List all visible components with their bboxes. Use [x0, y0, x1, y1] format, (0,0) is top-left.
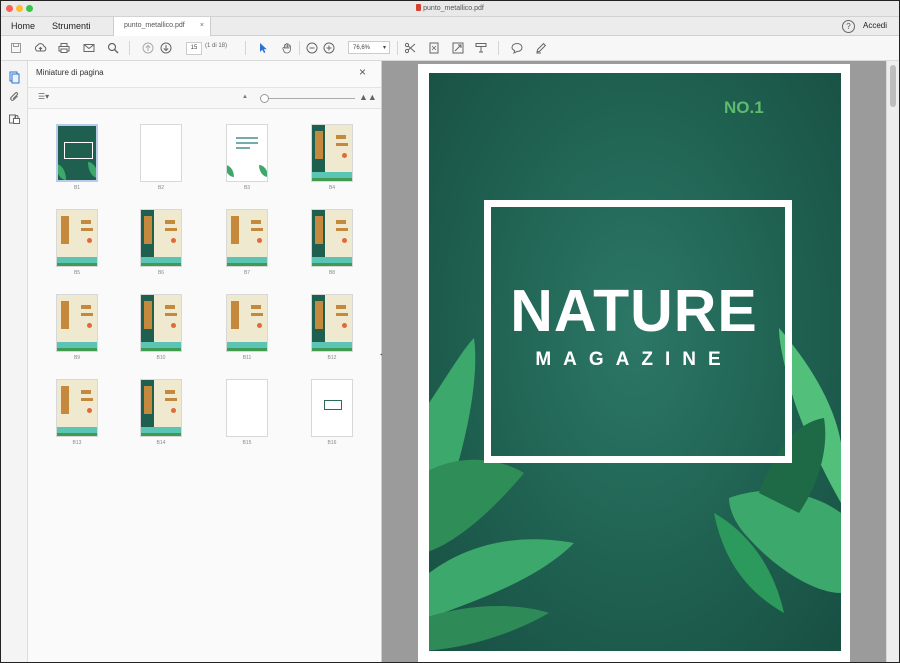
thumbnail-label: B8 — [328, 270, 336, 276]
tab-document-label: punto_metallico.pdf — [124, 22, 185, 29]
page-up-icon[interactable] — [142, 42, 154, 54]
page-thumbnail[interactable] — [140, 294, 182, 352]
toolbar-separator — [129, 41, 130, 55]
zoom-select[interactable]: 76,6% ▾ — [348, 41, 390, 54]
stamp-icon[interactable] — [475, 42, 487, 54]
thumbnail-label: B9 — [73, 355, 81, 361]
issue-number: NO.1 — [724, 98, 764, 117]
thumbnail-label: B16 — [327, 440, 337, 446]
document-view: NO.1 NATURE MAGAZINE — [382, 61, 899, 662]
toolbar-separator — [498, 41, 499, 55]
small-thumbnails-icon[interactable]: ▲ — [242, 94, 248, 100]
window-title-text: punto_metallico.pdf — [423, 5, 484, 12]
thumbnail-label: B3 — [243, 185, 251, 191]
tab-bar: Home Strumenti punto_metallico.pdf × ? A… — [1, 17, 899, 36]
thumbnail-label: B2 — [157, 185, 165, 191]
thumbnail-label: B11 — [242, 355, 252, 361]
thumbnail-controls: ☰▾ ▲ ▲▲ — [28, 87, 381, 109]
hand-icon[interactable] — [281, 42, 293, 54]
page-thumbnail[interactable] — [226, 209, 268, 267]
magazine-cover: NO.1 NATURE MAGAZINE — [429, 73, 841, 651]
page-thumbnail[interactable] — [311, 124, 353, 182]
tab-tools[interactable]: Strumenti — [46, 17, 97, 35]
vertical-scrollbar[interactable] — [886, 61, 899, 662]
thumbnail-label: B4 — [328, 185, 336, 191]
fit-page-icon[interactable] — [428, 42, 440, 54]
pages-icon[interactable] — [8, 71, 21, 84]
page-count-label: (1 di 18) — [205, 43, 228, 49]
pdf-file-icon — [416, 4, 422, 11]
search-icon[interactable] — [107, 42, 119, 54]
thumbnails-panel: Miniature di pagina × ☰▾ ▲ ▲▲ B1 B2 B3 B4 B5… — [28, 61, 382, 662]
thumbnail-label: B14 — [156, 440, 166, 446]
thumbnail-label: B12 — [327, 355, 337, 361]
cloud-upload-icon[interactable] — [34, 42, 47, 54]
login-link[interactable]: Accedi — [863, 17, 887, 35]
tab-close-icon[interactable]: × — [200, 17, 204, 35]
help-icon[interactable]: ? — [842, 20, 855, 33]
fullscreen-icon[interactable] — [452, 42, 464, 54]
thumbnail-label: B7 — [243, 270, 251, 276]
page-thumbnail[interactable] — [140, 209, 182, 267]
mail-icon[interactable] — [83, 42, 95, 54]
panel-title: Miniature di pagina — [36, 68, 104, 77]
page-thumbnail[interactable] — [140, 379, 182, 437]
comment-icon[interactable] — [511, 42, 523, 54]
zoom-value: 76,6% — [353, 45, 371, 51]
page-thumbnail[interactable] — [56, 124, 98, 182]
toolbar-separator — [299, 41, 300, 55]
save-icon[interactable] — [10, 42, 22, 54]
cover-title: NATURE — [510, 278, 758, 344]
thumbnail-label: B13 — [72, 440, 82, 446]
left-tools-rail — [1, 61, 28, 662]
window-title: punto_metallico.pdf — [1, 4, 899, 12]
thumbnail-label: B10 — [156, 355, 166, 361]
title-bar: punto_metallico.pdf — [1, 1, 899, 17]
attachment-icon[interactable] — [8, 91, 21, 104]
thumbnail-label: B15 — [242, 440, 252, 446]
thumbnail-label: B6 — [157, 270, 165, 276]
zoom-in-icon[interactable] — [323, 42, 335, 54]
page-thumbnail[interactable] — [56, 379, 98, 437]
page-thumbnail[interactable] — [140, 124, 182, 182]
slider-handle[interactable] — [260, 94, 269, 103]
page-number-input[interactable]: 15 — [186, 42, 202, 55]
scrollbar-thumb[interactable] — [890, 65, 896, 107]
page-thumbnail[interactable] — [56, 294, 98, 352]
pen-icon[interactable] — [535, 42, 547, 54]
page-thumbnail[interactable] — [226, 294, 268, 352]
thumbnail-label: B5 — [73, 270, 81, 276]
page-thumbnail[interactable] — [311, 379, 353, 437]
cover-subtitle: MAGAZINE — [535, 349, 733, 370]
lock-icon[interactable] — [8, 112, 21, 125]
thumbnail-label: B1 — [73, 185, 81, 191]
page-thumbnail[interactable] — [226, 124, 268, 182]
toolbar-separator — [245, 41, 246, 55]
acrobat-window: punto_metallico.pdf Home Strumenti punto… — [0, 0, 900, 663]
close-icon[interactable]: × — [359, 65, 366, 79]
options-menu-icon[interactable]: ☰▾ — [38, 92, 49, 101]
page-down-icon[interactable] — [160, 42, 172, 54]
crop-icon[interactable] — [404, 42, 416, 54]
page-thumbnail[interactable] — [226, 379, 268, 437]
tab-document[interactable]: punto_metallico.pdf × — [113, 17, 211, 36]
print-icon[interactable] — [58, 42, 70, 54]
thumbnail-size-slider[interactable] — [260, 98, 355, 99]
page-thumbnail[interactable] — [311, 294, 353, 352]
toolbar: 15 (1 di 18) 76,6% ▾ — [1, 36, 899, 61]
toolbar-separator — [397, 41, 398, 55]
page-thumbnail[interactable] — [311, 209, 353, 267]
page-thumbnail[interactable] — [56, 209, 98, 267]
select-arrow-icon[interactable] — [257, 42, 269, 54]
chevron-down-icon: ▾ — [382, 45, 386, 51]
large-thumbnails-icon[interactable]: ▲▲ — [359, 92, 377, 102]
tab-home[interactable]: Home — [5, 17, 41, 35]
zoom-out-icon[interactable] — [306, 42, 318, 54]
